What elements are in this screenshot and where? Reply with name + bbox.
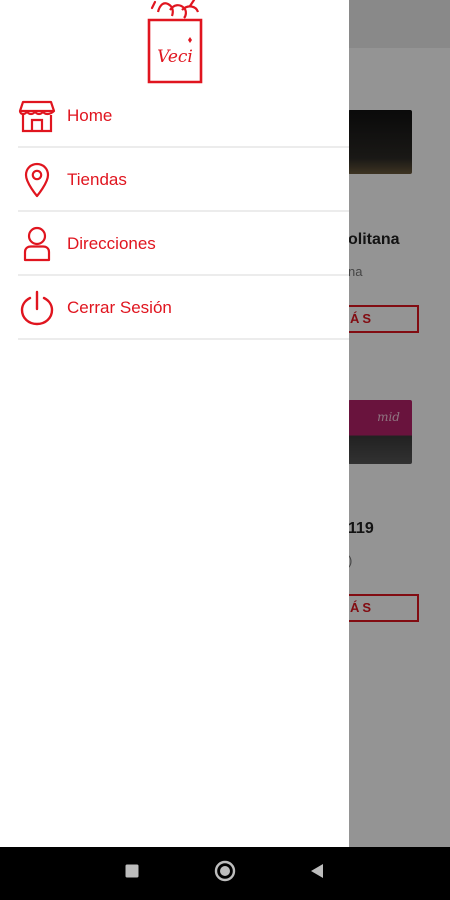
recents-button[interactable] (102, 847, 162, 900)
recents-icon (125, 864, 139, 883)
person-icon (18, 225, 56, 263)
power-icon (18, 289, 56, 327)
drawer-menu: Home Tiendas Direcciones Cerrar Sesión (0, 84, 349, 340)
menu-item-label: Tiendas (67, 170, 127, 189)
svg-text:Veci: Veci (157, 47, 193, 67)
home-button[interactable] (195, 847, 255, 900)
menu-item-tiendas[interactable]: Tiendas (0, 148, 349, 212)
veci-logo: Veci (146, 0, 204, 84)
menu-item-cerrar-sesion[interactable]: Cerrar Sesión (0, 276, 349, 340)
home-icon (214, 860, 236, 887)
system-navigation-bar (0, 847, 450, 900)
menu-item-home[interactable]: Home (0, 84, 349, 148)
menu-divider (18, 338, 349, 340)
location-pin-icon (18, 161, 56, 199)
back-icon (309, 863, 325, 884)
menu-item-direcciones[interactable]: Direcciones (0, 212, 349, 276)
back-button[interactable] (287, 847, 347, 900)
menu-item-label: Direcciones (67, 234, 156, 253)
navigation-drawer: Veci Home Tiendas Direcciones Cerrar Ses… (0, 0, 349, 847)
menu-item-label: Cerrar Sesión (67, 298, 172, 317)
store-icon (18, 97, 56, 135)
menu-item-label: Home (67, 106, 113, 125)
